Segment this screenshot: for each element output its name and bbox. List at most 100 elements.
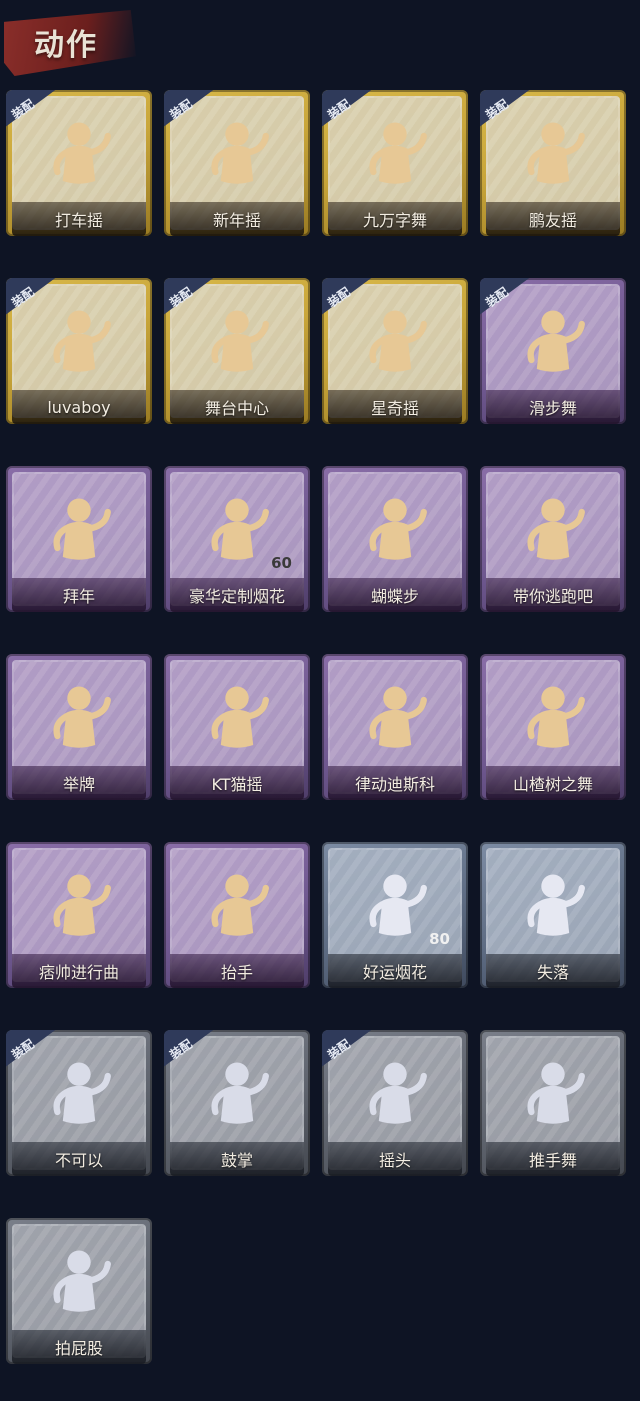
emote-name: 滑步舞 [528,399,577,418]
emote-name: 摇头 [378,1151,411,1170]
emote-pose-icon [164,1044,310,1144]
emote-label-bar: 滑步舞 [486,390,620,424]
emote-pose-icon [164,292,310,392]
emote-card[interactable]: 80 好运烟花 [322,842,468,988]
emote-label-bar: KT猫摇 [170,766,304,800]
emote-pose-icon [6,856,152,956]
emote-label-bar: luvaboy [12,390,146,424]
emote-pose-icon [480,856,626,956]
emote-pose-icon [480,480,626,580]
emote-pose-icon [164,856,310,956]
emote-card[interactable]: 推手舞 [480,1030,626,1176]
emote-card[interactable]: 抬手 [164,842,310,988]
emote-pose-icon [6,480,152,580]
emote-name: 鹏友摇 [528,211,577,230]
emote-card[interactable]: 装配 摇头 [322,1030,468,1176]
emote-card[interactable]: 拜年 [6,466,152,612]
emote-card[interactable]: 装配 新年摇 [164,90,310,236]
emote-label-bar: 不可以 [12,1142,146,1176]
emote-card[interactable]: 痞帅进行曲 [6,842,152,988]
emote-card[interactable]: 装配 星奇摇 [322,278,468,424]
emote-pose-icon [6,1232,152,1332]
emote-name: 拍屁股 [54,1339,103,1358]
emote-name: 拜年 [62,587,95,606]
emote-name: 星奇摇 [370,399,419,418]
emote-label-bar: 失落 [486,954,620,988]
emote-pose-icon [480,668,626,768]
emote-name: 抬手 [220,963,253,982]
emote-pose-icon [6,668,152,768]
emote-label-bar: 拍屁股 [12,1330,146,1364]
emote-label-bar: 九万字舞 [328,202,462,236]
emote-pose-icon [6,1044,152,1144]
emote-pose-icon [480,104,626,204]
emote-label-bar: 推手舞 [486,1142,620,1176]
emote-card[interactable]: 拍屁股 [6,1218,152,1364]
emote-card[interactable]: 失落 [480,842,626,988]
emote-name: 好运烟花 [362,963,427,982]
emote-card[interactable]: KT猫摇 [164,654,310,800]
emote-name: 舞台中心 [204,399,269,418]
emote-pose-icon [322,668,468,768]
emote-card[interactable]: 装配 鼓掌 [164,1030,310,1176]
emote-pose-icon [322,480,468,580]
emote-label-bar: 举牌 [12,766,146,800]
emote-card[interactable]: 带你逃跑吧 [480,466,626,612]
emote-pose-icon [480,1044,626,1144]
emote-card[interactable]: 举牌 [6,654,152,800]
emote-name: luvaboy [47,397,111,417]
emote-name: 失落 [536,963,569,982]
emote-label-bar: 山楂树之舞 [486,766,620,800]
emote-label-bar: 痞帅进行曲 [12,954,146,988]
emote-card[interactable]: 装配 鹏友摇 [480,90,626,236]
emote-label-bar: 星奇摇 [328,390,462,424]
emote-name: 打车摇 [54,211,103,230]
emote-card[interactable]: 蝴蝶步 [322,466,468,612]
emote-card[interactable]: 装配 打车摇 [6,90,152,236]
emote-pose-icon [322,292,468,392]
emote-label-bar: 带你逃跑吧 [486,578,620,612]
emote-name: 不可以 [54,1151,103,1170]
emote-label-bar: 舞台中心 [170,390,304,424]
emote-label-bar: 蝴蝶步 [328,578,462,612]
emote-card[interactable]: 装配 不可以 [6,1030,152,1176]
emote-card[interactable]: 山楂树之舞 [480,654,626,800]
emote-name: 九万字舞 [362,211,427,230]
emote-card[interactable]: 装配 滑步舞 [480,278,626,424]
emote-name: 新年摇 [212,211,261,230]
emote-card[interactable]: 装配 舞台中心 [164,278,310,424]
emote-label-bar: 打车摇 [12,202,146,236]
emote-pose-icon [6,292,152,392]
emote-name: 鼓掌 [220,1151,253,1170]
emote-pose-icon [322,1044,468,1144]
emote-name: 蝴蝶步 [370,587,419,606]
emote-name: KT猫摇 [211,775,263,794]
emote-label-bar: 新年摇 [170,202,304,236]
emote-label-bar: 拜年 [12,578,146,612]
emote-grid: 装配 打车摇 装配 新年摇 装配 九万字舞 装配 鹏友摇装配 luvaboy 装配 舞台中心 装配 星奇… [6,90,626,1364]
emote-label-bar: 豪华定制烟花 [170,578,304,612]
item-count: 60 [271,554,292,572]
emote-name: 推手舞 [528,1151,577,1170]
emote-label-bar: 摇头 [328,1142,462,1176]
emote-card[interactable]: 装配 luvaboy [6,278,152,424]
emote-name: 带你逃跑吧 [512,587,593,606]
emote-name: 豪华定制烟花 [188,587,285,606]
emote-name: 山楂树之舞 [512,775,593,794]
emote-pose-icon [322,104,468,204]
emote-pose-icon [164,668,310,768]
item-count: 80 [429,930,450,948]
emote-card[interactable]: 装配 九万字舞 [322,90,468,236]
emote-card[interactable]: 律动迪斯科 [322,654,468,800]
emote-label-bar: 鹏友摇 [486,202,620,236]
emote-pose-icon [480,292,626,392]
emote-pose-icon [164,104,310,204]
emote-name: 律动迪斯科 [354,775,435,794]
emote-label-bar: 好运烟花 [328,954,462,988]
emote-label-bar: 抬手 [170,954,304,988]
page-title: 动作 [34,28,98,63]
emote-name: 痞帅进行曲 [38,963,119,982]
emote-pose-icon [6,104,152,204]
emote-card[interactable]: 60 豪华定制烟花 [164,466,310,612]
emote-label-bar: 律动迪斯科 [328,766,462,800]
